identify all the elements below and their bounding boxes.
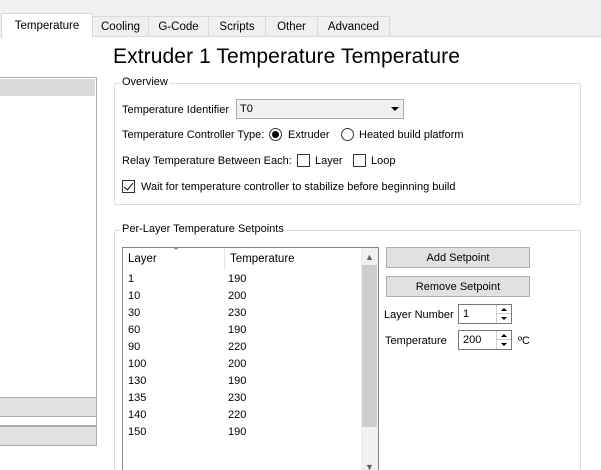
temperature-stepper[interactable]: 200 [458,330,512,350]
content-panel: Extruder 1 Temperature Temperature Overv… [0,37,601,470]
setpoints-list[interactable]: Layer Temperature 1 190 10 200 30 230 60… [122,247,379,470]
table-row[interactable]: 100 200 [123,356,363,373]
relay-loop-label: Loop [371,155,396,167]
dropdown-arrow-icon [391,107,399,111]
row-layer-cell: 90 [128,341,141,353]
tab-temperature[interactable]: Temperature [1,13,93,38]
layer-number-spin-buttons [496,305,511,323]
row-layer-cell: 140 [128,409,147,421]
row-layer-cell: 150 [128,426,147,438]
column-header-temperature-label: Temperature [230,253,295,265]
row-layer-cell: 135 [128,392,147,404]
chevron-down-icon[interactable]: ▼ [361,458,378,470]
sort-indicator-icon [172,248,180,250]
setpoints-list-scrollbar[interactable]: ▲ ▼ [361,248,378,470]
spin-up-icon[interactable] [496,305,511,314]
row-layer-cell: 1 [128,273,135,285]
row-temperature-cell: 190 [228,324,247,336]
row-temperature-cell: 230 [228,392,247,404]
column-header-temperature[interactable]: Temperature [225,248,363,270]
spin-up-icon[interactable] [496,331,511,340]
remove-setpoint-button[interactable]: Remove Setpoint [386,276,530,297]
tab-advanced[interactable]: Advanced [317,16,390,36]
table-row[interactable]: 150 190 [123,424,363,441]
wait-stabilize-label: Wait for temperature controller to stabi… [141,181,456,193]
setpoints-list-header: Layer Temperature [123,248,363,270]
row-layer-cell: 100 [128,358,147,370]
left-action-button-1[interactable] [0,397,97,417]
row-temperature-cell: 220 [228,409,247,421]
row-layer-cell: 30 [128,307,141,319]
relay-layer-checkbox[interactable] [297,154,310,167]
table-row[interactable]: 60 190 [123,322,363,339]
overview-group-title: Overview [120,76,170,88]
radio-heated-build-platform[interactable] [341,128,354,141]
radio-extruder[interactable] [269,128,282,141]
row-layer-cell: 10 [128,290,141,302]
tab-gcode[interactable]: G-Code [148,16,209,36]
tab-strip: Temperature Cooling G-Code Scripts Other… [0,0,601,38]
table-row[interactable]: 30 230 [123,305,363,322]
layer-number-label: Layer Number [384,309,454,321]
extruder-list[interactable] [0,77,97,426]
scrollbar-thumb[interactable] [362,265,377,427]
temperature-label: Temperature [385,335,447,347]
spin-down-icon[interactable] [496,314,511,323]
layer-number-value: 1 [463,308,470,320]
controller-type-label: Temperature Controller Type: [122,129,265,141]
relay-label: Relay Temperature Between Each: [122,155,292,167]
chevron-up-icon[interactable]: ▲ [361,248,378,265]
wait-stabilize-checkbox[interactable] [122,180,135,193]
relay-layer-label: Layer [315,155,343,167]
temperature-identifier-value: T0 [240,103,253,115]
radio-heated-build-platform-label: Heated build platform [359,129,464,141]
table-row[interactable]: 130 190 [123,373,363,390]
row-layer-cell: 60 [128,324,141,336]
temperature-value: 200 [463,334,482,346]
layer-number-stepper[interactable]: 1 [458,304,512,324]
row-temperature-cell: 200 [228,290,247,302]
table-row[interactable]: 90 220 [123,339,363,356]
row-temperature-cell: 230 [228,307,247,319]
relay-loop-checkbox[interactable] [353,154,366,167]
extruder-list-selected-item[interactable] [0,79,95,96]
row-layer-cell: 130 [128,375,147,387]
table-row[interactable]: 140 220 [123,407,363,424]
temperature-identifier-label: Temperature Identifier [122,104,229,116]
column-header-layer-label: Layer [128,253,157,265]
table-row[interactable]: 1 190 [123,271,363,288]
tab-scripts[interactable]: Scripts [208,16,266,36]
add-setpoint-button[interactable]: Add Setpoint [386,247,530,268]
table-row[interactable]: 135 230 [123,390,363,407]
spin-down-icon[interactable] [496,340,511,349]
temperature-identifier-dropdown[interactable]: T0 [236,99,404,119]
page-title: Extruder 1 Temperature Temperature [113,45,460,68]
row-temperature-cell: 220 [228,341,247,353]
row-temperature-cell: 200 [228,358,247,370]
row-temperature-cell: 190 [228,426,247,438]
tab-other[interactable]: Other [265,16,318,36]
row-temperature-cell: 190 [228,375,247,387]
setpoints-group-title: Per-Layer Temperature Setpoints [120,223,286,235]
row-temperature-cell: 190 [228,273,247,285]
table-row[interactable]: 10 200 [123,288,363,305]
temperature-spin-buttons [496,331,511,349]
column-header-layer[interactable]: Layer [123,248,225,270]
temperature-unit-label: ºC [518,335,530,347]
left-action-button-2[interactable] [0,426,97,446]
radio-extruder-label: Extruder [288,129,330,141]
tab-cooling[interactable]: Cooling [92,16,149,36]
